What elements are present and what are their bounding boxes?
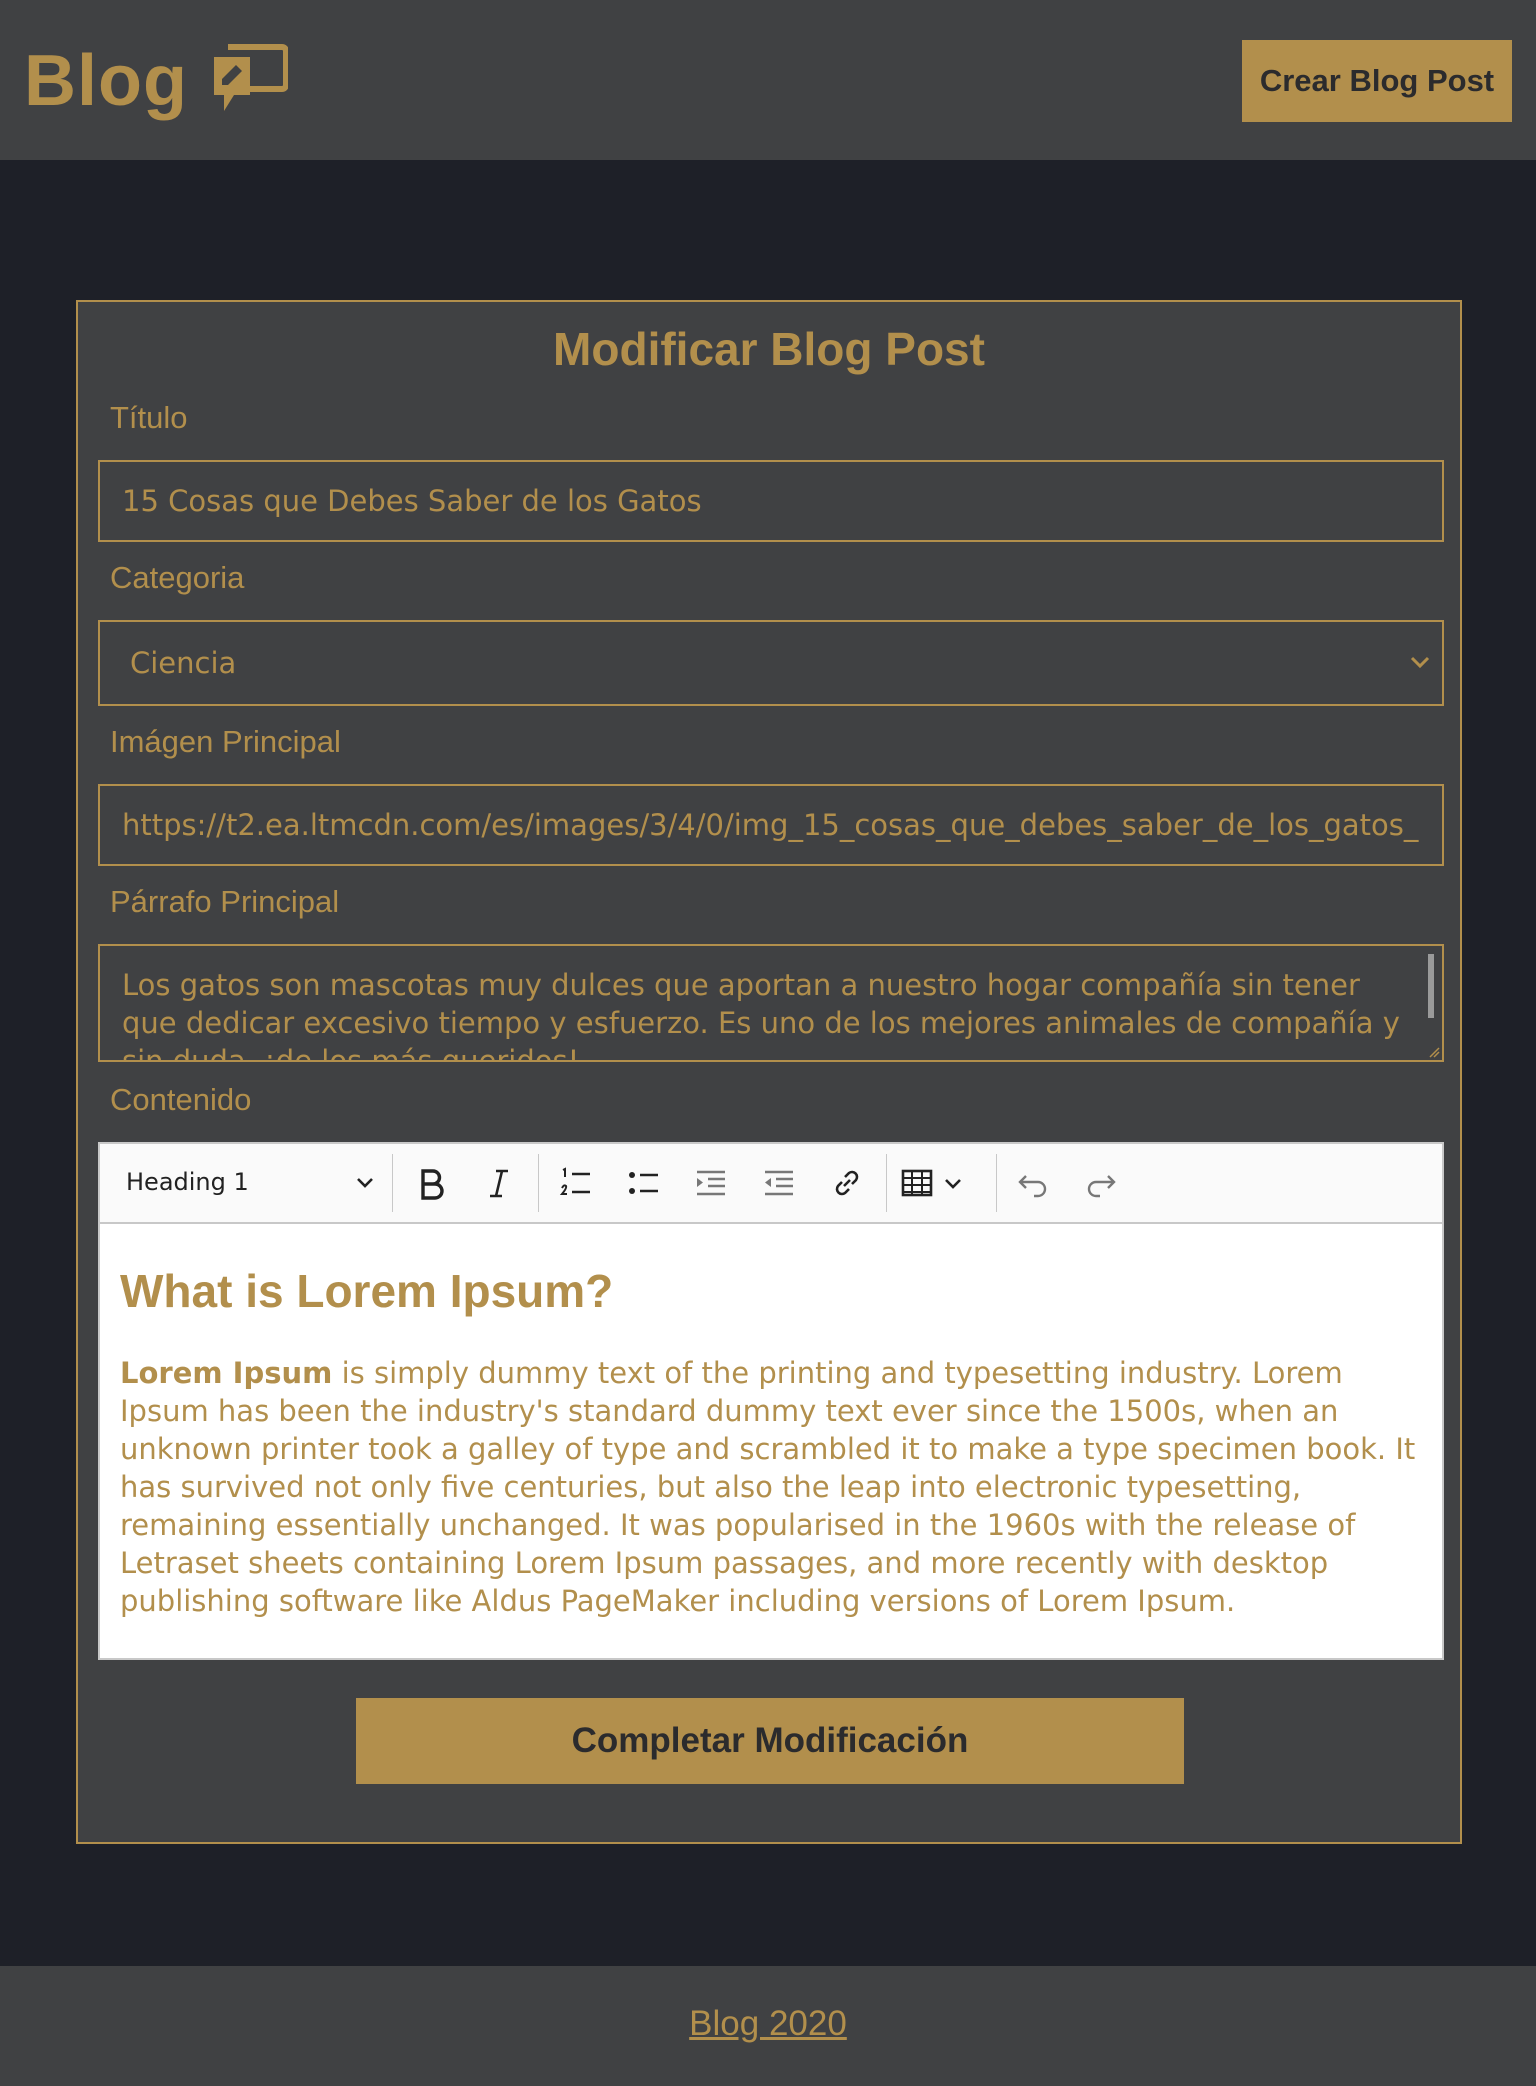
indent-button[interactable] — [686, 1158, 736, 1208]
header: Blog Crear Blog Post — [0, 0, 1536, 160]
category-select-value: Ciencia — [130, 646, 237, 680]
image-url-value: https://t2.ea.ltmcdn.com/es/images/3/4/0… — [122, 808, 1419, 842]
undo-button[interactable] — [1008, 1158, 1058, 1208]
logo-text: Blog — [24, 41, 188, 121]
rich-text-editor[interactable]: Heading 1 What is Lorem Ipsum? Lorem Ips… — [98, 1142, 1444, 1660]
outdent-button[interactable] — [754, 1158, 804, 1208]
content-label: Contenido — [110, 1082, 252, 1117]
bulleted-list-icon — [629, 1172, 658, 1194]
logo[interactable]: Blog — [24, 36, 288, 126]
redo-button[interactable] — [1076, 1158, 1126, 1208]
indent-icon — [697, 1170, 725, 1196]
table-button[interactable] — [900, 1158, 986, 1208]
textarea-scrollbar[interactable] — [1428, 954, 1434, 1018]
content-heading: What is Lorem Ipsum? — [120, 1265, 614, 1317]
chevron-down-icon — [945, 1179, 961, 1189]
italic-button[interactable] — [474, 1158, 524, 1208]
title-input-value: 15 Cosas que Debes Saber de los Gatos — [122, 484, 702, 518]
paragraph-textarea-value: Los gatos son mascotas muy dulces que ap… — [122, 968, 1400, 1062]
title-input[interactable]: 15 Cosas que Debes Saber de los Gatos — [98, 460, 1444, 542]
undo-icon — [1018, 1175, 1047, 1198]
complete-edit-button[interactable]: Completar Modificación — [356, 1698, 1184, 1784]
chevron-down-icon — [1410, 656, 1430, 669]
link-button[interactable] — [822, 1158, 872, 1208]
heading-dropdown-value: Heading 1 — [126, 1168, 249, 1196]
toolbar-divider — [392, 1154, 393, 1212]
footer: Blog 2020 — [0, 1966, 1536, 2086]
category-label: Categoria — [110, 560, 245, 595]
image-label: Imágen Principal — [110, 724, 341, 759]
image-url-input[interactable]: https://t2.ea.ltmcdn.com/es/images/3/4/0… — [98, 784, 1444, 866]
title-label: Título — [110, 400, 188, 435]
bold-icon — [421, 1169, 444, 1200]
table-icon — [901, 1169, 933, 1197]
paragraph-textarea[interactable]: Los gatos son mascotas muy dulces que ap… — [98, 944, 1444, 1062]
outdent-icon — [765, 1170, 793, 1196]
numbered-list-icon — [559, 1167, 590, 1195]
chevron-down-icon — [357, 1178, 373, 1188]
toolbar-divider — [886, 1154, 887, 1212]
resize-handle-icon[interactable] — [1428, 1046, 1440, 1058]
footer-link[interactable]: Blog 2020 — [0, 2004, 1536, 2044]
editor-toolbar: Heading 1 — [100, 1144, 1442, 1224]
category-select[interactable]: Ciencia — [98, 620, 1444, 706]
italic-icon — [490, 1169, 508, 1198]
toolbar-divider — [538, 1154, 539, 1212]
editor-content[interactable]: What is Lorem Ipsum? Lorem Ipsum is simp… — [120, 1222, 1420, 1620]
chat-bubble-icon — [213, 44, 288, 111]
link-icon — [835, 1170, 859, 1196]
create-post-button[interactable]: Crear Blog Post — [1242, 40, 1512, 122]
heading-dropdown[interactable]: Heading 1 — [126, 1162, 376, 1202]
edit-post-form: Modificar Blog Post Título 15 Cosas que … — [76, 300, 1462, 1844]
form-title: Modificar Blog Post — [553, 323, 985, 375]
toolbar-divider — [996, 1154, 997, 1212]
content-paragraph: Lorem Ipsum is simply dummy text of the … — [120, 1354, 1420, 1620]
numbered-list-button[interactable] — [550, 1158, 600, 1208]
bulleted-list-button[interactable] — [618, 1158, 668, 1208]
content-paragraph-bold: Lorem Ipsum — [120, 1356, 333, 1390]
content-paragraph-text: is simply dummy text of the printing and… — [120, 1356, 1416, 1618]
redo-icon — [1087, 1175, 1116, 1198]
paragraph-label: Párrafo Principal — [110, 884, 340, 919]
bold-button[interactable] — [406, 1158, 456, 1208]
